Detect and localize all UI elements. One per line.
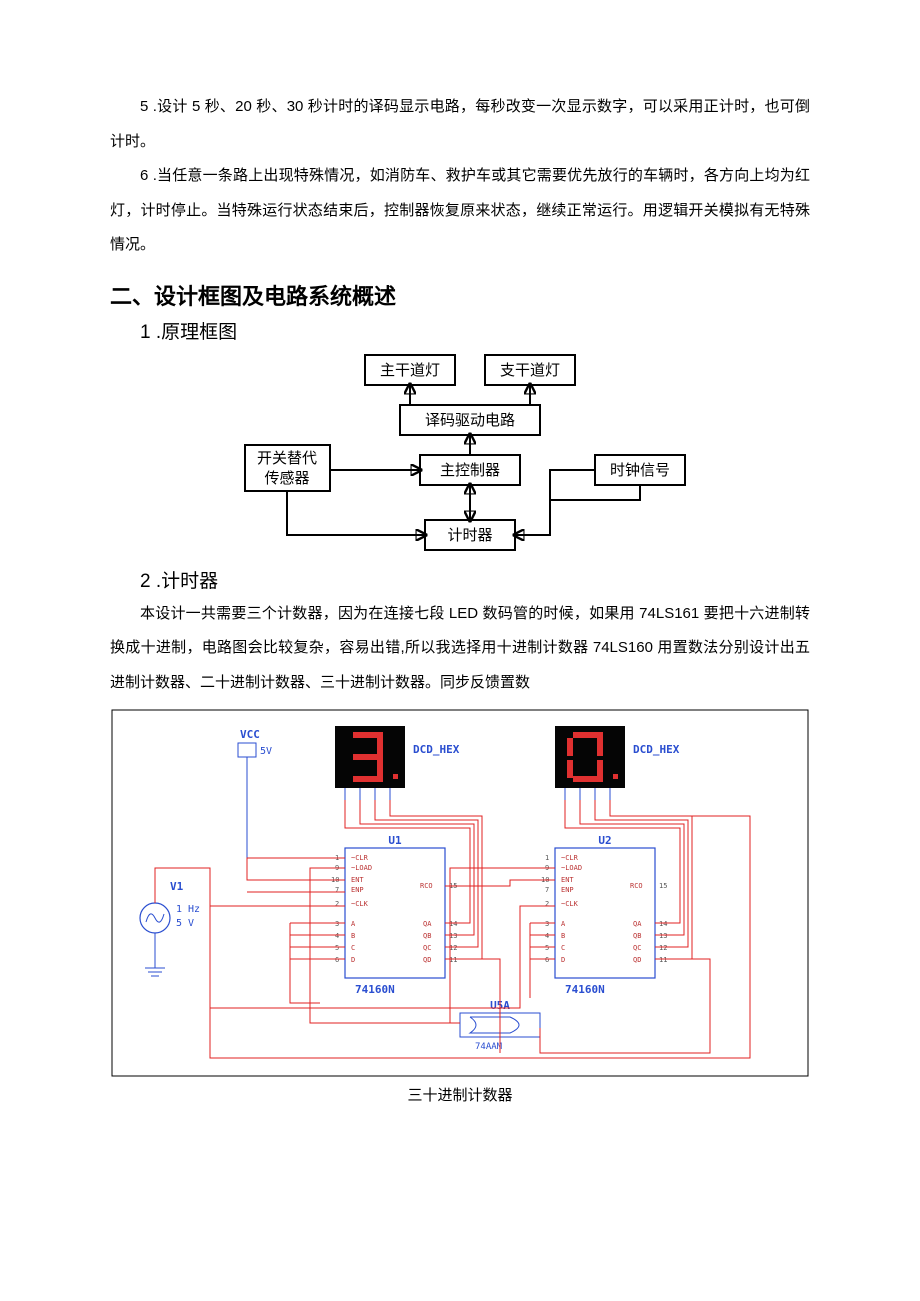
svg-text:~CLR: ~CLR xyxy=(351,854,369,862)
svg-text:12: 12 xyxy=(659,944,667,952)
block-diagram: 主干道灯 支干道灯 译码驱动电路 开关替代 传感器 主控制器 时钟信号 计时器 xyxy=(210,350,710,560)
svg-text:7: 7 xyxy=(545,886,549,894)
svg-text:7: 7 xyxy=(335,886,339,894)
svg-text:4: 4 xyxy=(545,932,549,940)
subsection-1: 1 .原理框图 xyxy=(140,317,810,344)
svg-text:5: 5 xyxy=(335,944,339,952)
svg-text:C: C xyxy=(561,944,565,952)
svg-text:QC: QC xyxy=(423,944,431,952)
svg-text:D: D xyxy=(561,956,565,964)
svg-text:5: 5 xyxy=(545,944,549,952)
svg-text:ENP: ENP xyxy=(561,886,574,894)
paragraph-6: 6 .当任意一条路上出现特殊情况，如消防车、救护车或其它需要优先放行的车辆时，各… xyxy=(110,159,810,263)
svg-text:RCO: RCO xyxy=(630,882,643,890)
svg-text:3: 3 xyxy=(545,920,549,928)
node-clock: 时钟信号 xyxy=(610,462,670,479)
svg-text:B: B xyxy=(561,932,565,940)
figure-caption: 三十进制计数器 xyxy=(110,1084,810,1105)
label-u2: U2 xyxy=(598,834,611,847)
node-decoder: 译码驱动电路 xyxy=(425,412,515,429)
node-main-light: 主干道灯 xyxy=(380,362,440,379)
svg-text:~CLK: ~CLK xyxy=(351,900,369,908)
svg-text:~LOAD: ~LOAD xyxy=(351,864,372,872)
svg-text:QB: QB xyxy=(633,932,641,940)
label-74160n-1: 74160N xyxy=(355,983,395,996)
svg-text:QD: QD xyxy=(633,956,641,964)
svg-text:QA: QA xyxy=(423,920,432,928)
label-vcc: VCC xyxy=(240,728,260,741)
node-sensor-l2: 传感器 xyxy=(264,470,309,487)
svg-text:ENT: ENT xyxy=(561,876,574,884)
svg-text:~CLK: ~CLK xyxy=(561,900,579,908)
svg-text:C: C xyxy=(351,944,355,952)
svg-text:ENT: ENT xyxy=(351,876,364,884)
node-timer: 计时器 xyxy=(447,527,492,544)
svg-text:3: 3 xyxy=(335,920,339,928)
svg-text:~LOAD: ~LOAD xyxy=(561,864,582,872)
label-74160n-2: 74160N xyxy=(565,983,605,996)
svg-text:QA: QA xyxy=(633,920,642,928)
svg-text:QB: QB xyxy=(423,932,431,940)
label-74aam: 74AAM xyxy=(475,1042,503,1052)
svg-text:14: 14 xyxy=(659,920,667,928)
label-1hz: 1 Hz xyxy=(176,904,200,915)
label-5v: 5V xyxy=(260,746,272,757)
paragraph-5: 5 .设计 5 秒、20 秒、30 秒计时的译码显示电路，每秒改变一次显示数字，… xyxy=(110,90,810,159)
svg-text:6: 6 xyxy=(335,956,339,964)
svg-text:13: 13 xyxy=(659,932,667,940)
node-controller: 主控制器 xyxy=(440,462,500,479)
svg-text:QC: QC xyxy=(633,944,641,952)
svg-text:11: 11 xyxy=(659,956,667,964)
svg-text:2: 2 xyxy=(545,900,549,908)
svg-text:2: 2 xyxy=(335,900,339,908)
circuit-diagram: VCC 5V DCD_HEX xyxy=(110,708,810,1078)
svg-text:D: D xyxy=(351,956,355,964)
subsection-2: 2 .计时器 xyxy=(140,566,810,593)
node-branch-light: 支干道灯 xyxy=(500,362,560,379)
document-page: 5 .设计 5 秒、20 秒、30 秒计时的译码显示电路，每秒改变一次显示数字，… xyxy=(0,0,920,1301)
timer-paragraph: 本设计一共需要三个计数器，因为在连接七段 LED 数码管的时候，如果用 74LS… xyxy=(110,597,810,701)
label-5v-src: 5 V xyxy=(176,918,194,929)
svg-text:~CLR: ~CLR xyxy=(561,854,579,862)
svg-text:RCO: RCO xyxy=(420,882,433,890)
svg-text:ENP: ENP xyxy=(351,886,364,894)
svg-text:1: 1 xyxy=(545,854,549,862)
label-u1: U1 xyxy=(388,834,402,847)
node-sensor-l1: 开关替代 xyxy=(257,450,317,467)
label-v1: V1 xyxy=(170,880,184,893)
svg-text:B: B xyxy=(351,932,355,940)
svg-text:6: 6 xyxy=(545,956,549,964)
label-dcd-hex-2: DCD_HEX xyxy=(633,743,680,756)
section-heading: 二、设计框图及电路系统概述 xyxy=(110,279,810,311)
svg-text:4: 4 xyxy=(335,932,339,940)
svg-text:15: 15 xyxy=(659,882,667,890)
svg-text:QD: QD xyxy=(423,956,431,964)
label-dcd-hex-1: DCD_HEX xyxy=(413,743,460,756)
